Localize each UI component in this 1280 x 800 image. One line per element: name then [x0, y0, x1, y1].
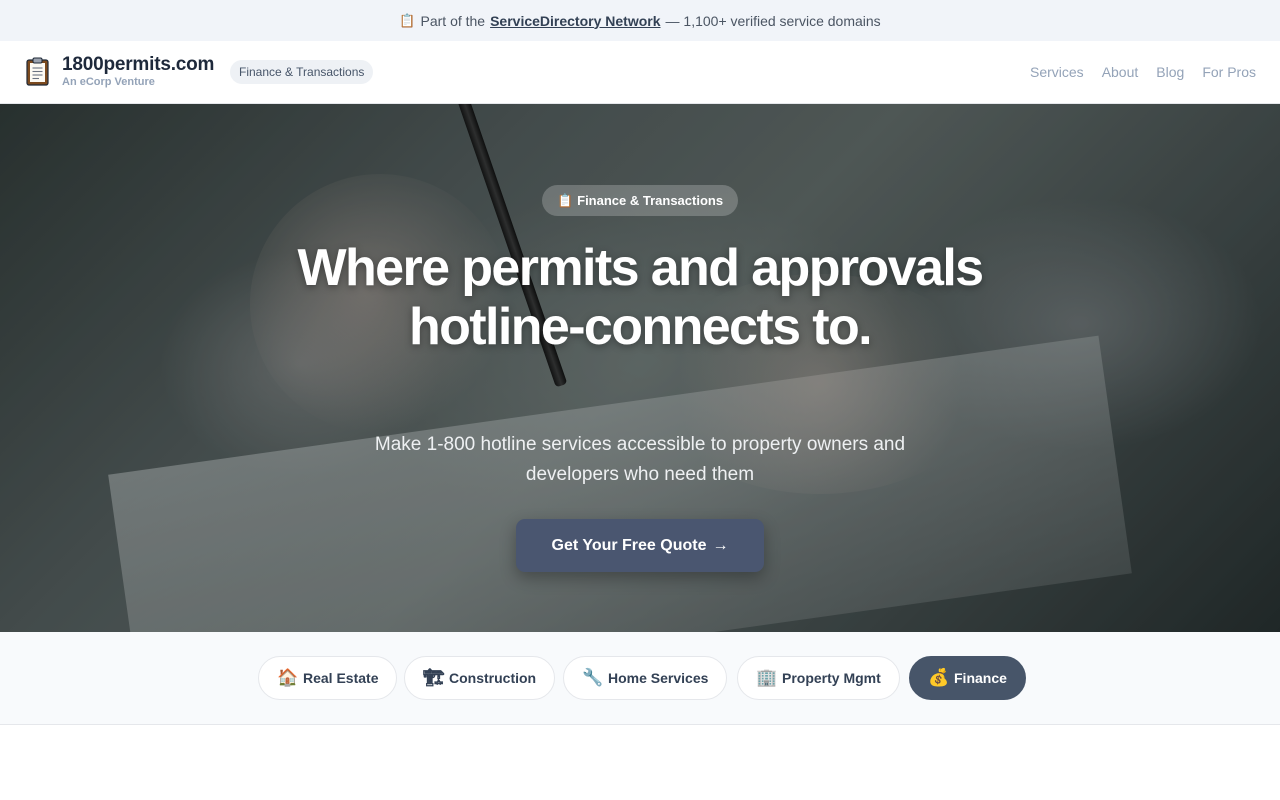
category-pill: Finance & Transactions	[230, 60, 374, 84]
hero-title: Where permits and approvals hotline-conn…	[297, 239, 984, 356]
main-nav: Services About Blog For Pros	[1030, 41, 1256, 103]
network-banner-suffix: — 1,100+ verified service domains	[665, 12, 881, 29]
nav-about[interactable]: About	[1102, 64, 1139, 80]
house-icon: 🏠	[277, 668, 299, 687]
wrench-icon: 🔧	[582, 668, 604, 687]
clipboard-icon: 📋	[556, 192, 574, 208]
category-chip-label: Construction	[449, 670, 537, 686]
category-chip-label: Property Mgmt	[782, 670, 881, 686]
hero-section: 📋 Finance & Transactions Where permits a…	[0, 104, 1280, 632]
network-banner-prefix: Part of the	[420, 12, 486, 29]
category-chip-real-estate[interactable]: 🏠 Real Estate	[258, 656, 398, 700]
arrow-right-icon: →	[712, 536, 729, 554]
clipboard-logo-icon[interactable]	[26, 57, 49, 86]
category-chip-label: Finance	[954, 670, 1007, 686]
construction-icon: 🏗	[423, 668, 445, 687]
hero-category-label: Finance & Transactions	[577, 193, 724, 208]
nav-services[interactable]: Services	[1030, 64, 1084, 80]
nav-for-pros[interactable]: For Pros	[1202, 64, 1256, 80]
category-chip-construction[interactable]: 🏗 Construction	[404, 656, 556, 700]
money-bag-icon: 💰	[928, 668, 950, 687]
get-quote-button[interactable]: Get Your Free Quote →	[516, 519, 764, 572]
category-chip-label: Real Estate	[303, 670, 379, 686]
brand-name[interactable]: 1800permits.com	[62, 54, 214, 76]
category-chip-finance[interactable]: 💰 Finance	[909, 656, 1026, 700]
category-chip-property-mgmt[interactable]: 🏢 Property Mgmt	[737, 656, 900, 700]
category-nav: 🏠 Real Estate 🏗 Construction 🔧 Home Serv…	[0, 632, 1280, 725]
site-header: 1800permits.com An eCorp Venture Finance…	[0, 41, 1280, 104]
hero-category-badge: 📋 Finance & Transactions	[542, 185, 738, 216]
brand[interactable]: 1800permits.com An eCorp Venture	[62, 54, 214, 89]
clipboard-icon: 📋	[399, 12, 416, 28]
brand-subtitle: An eCorp Venture	[62, 76, 155, 88]
building-icon: 🏢	[756, 668, 778, 687]
category-chip-home-services[interactable]: 🔧 Home Services	[563, 656, 728, 700]
hero-subtitle: Make 1-800 hotline services accessible t…	[374, 434, 906, 485]
nav-blog[interactable]: Blog	[1156, 64, 1184, 80]
network-link[interactable]: ServiceDirectory Network	[490, 13, 660, 29]
get-quote-label: Get Your Free Quote	[551, 536, 707, 554]
category-chip-label: Home Services	[608, 670, 709, 686]
network-banner: 📋 Part of the ServiceDirectory Network —…	[0, 0, 1280, 41]
